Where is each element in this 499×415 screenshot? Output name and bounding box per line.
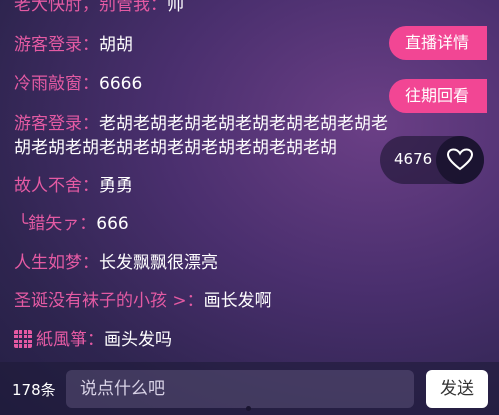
chat-username[interactable]: 紙風箏： [36,330,104,350]
chat-text: 长发飘飘很漂亮 [99,253,218,273]
chat-username[interactable]: 老大快肘，别管我： [14,0,167,15]
chat-message: ╰錯矢ァ：666 [18,212,129,236]
like-button[interactable] [436,136,484,184]
chat-text: 胡胡 [99,35,133,55]
send-button[interactable]: 发送 [426,370,488,408]
chat-text: 666 [96,214,129,234]
chat-text: 6666 [99,74,143,94]
comment-count: 178条 [12,381,56,399]
chat-username[interactable]: 游客登录： [14,35,99,55]
live-details-button[interactable]: 直播详情 [388,26,487,60]
chat-message: 游客登录：胡胡 [14,33,133,57]
chat-text: 帅 [167,0,184,15]
past-replays-button[interactable]: 往期回看 [388,79,487,113]
chat-username[interactable]: 圣诞没有袜子的小孩 >： [14,291,204,311]
chat-username[interactable]: ╰錯矢ァ： [18,214,96,234]
chat-message: 游客登录：老胡老胡老胡老胡老胡老胡老胡老胡老胡老胡老胡老胡老胡老胡老胡老胡老胡老… [14,112,400,160]
like-count: 4676 [394,150,433,168]
chat-text: 画长发啊 [203,291,272,311]
chat-text: 画头发吗 [104,330,172,350]
chat-username[interactable]: 游客登录： [14,114,99,134]
chat-message: 圣诞没有袜子的小孩 >：画长发啊 [14,289,272,313]
chat-text: 勇勇 [99,176,133,196]
user-badge-icon [14,330,32,348]
chat-message: 人生如梦：长发飘飘很漂亮 [14,251,218,275]
like-widget: 4676 [380,136,484,184]
comment-input[interactable] [66,370,414,408]
chat-message: 故人不舍：勇勇 [14,174,133,198]
chat-message: 紙風箏：画头发吗 [14,328,172,352]
chat-username[interactable]: 冷雨敲窗： [14,74,99,94]
chat-username[interactable]: 人生如梦： [14,253,99,273]
chat-message: 冷雨敲窗：6666 [14,72,142,96]
heart-icon [447,148,473,171]
chat-message: 老大快肘，别管我：帅 [14,0,184,17]
chat-username[interactable]: 故人不舍： [14,176,99,196]
home-indicator [246,406,251,411]
